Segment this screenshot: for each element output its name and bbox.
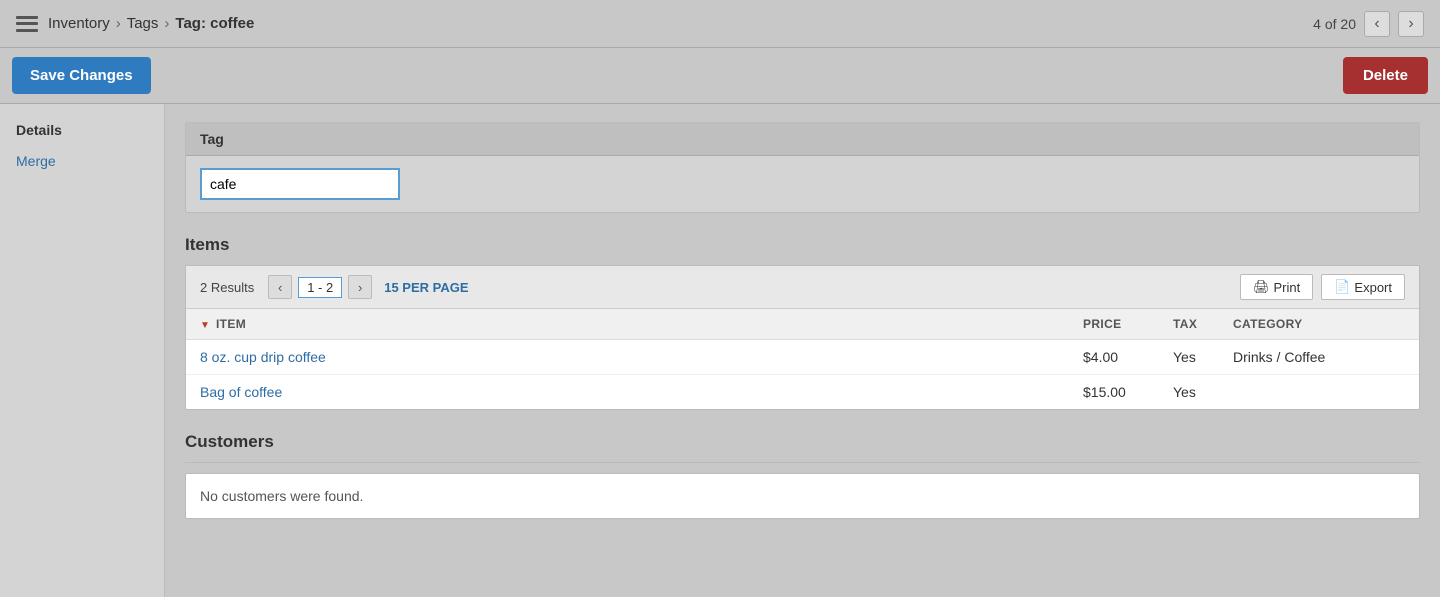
breadcrumb-sep-2: ›	[164, 15, 169, 32]
item-category-cell-0: Drinks / Coffee	[1219, 340, 1419, 375]
table-row: Bag of coffee $15.00 Yes	[186, 375, 1419, 410]
item-name-cell: 8 oz. cup drip coffee	[186, 340, 1069, 375]
table-head: ▼ ITEM PRICE TAX CATEGORY	[186, 309, 1419, 340]
breadcrumb-sep-1: ›	[116, 15, 121, 32]
print-icon: 🖨	[1253, 279, 1270, 295]
item-link-bag-coffee[interactable]: Bag of coffee	[200, 384, 282, 400]
main-layout: Details Merge Tag Items 2 Results ‹	[0, 104, 1440, 597]
pagination-left: 2 Results ‹ 1 - 2 › 15 PER PAGE	[200, 275, 469, 299]
table-header-row: ▼ ITEM PRICE TAX CATEGORY	[186, 309, 1419, 340]
export-label: Export	[1354, 280, 1392, 295]
item-link-drip-coffee[interactable]: 8 oz. cup drip coffee	[200, 349, 326, 365]
col-item: ▼ ITEM	[186, 309, 1069, 340]
next-page-button[interactable]: ›	[348, 275, 372, 299]
delete-button[interactable]: Delete	[1343, 57, 1428, 94]
items-title: Items	[185, 235, 1420, 255]
item-price-cell-1: $15.00	[1069, 375, 1159, 410]
item-tax-cell-1: Yes	[1159, 375, 1219, 410]
items-section: Items 2 Results ‹ 1 - 2 › 15 PER PAGE 🖨	[185, 235, 1420, 410]
breadcrumb-current: Tag: coffee	[175, 15, 254, 32]
action-bar: Save Changes Delete	[0, 48, 1440, 104]
tag-input-row	[200, 168, 1405, 200]
pagination-count: 4 of 20	[1313, 16, 1356, 32]
table-row: 8 oz. cup drip coffee $4.00 Yes Drinks /…	[186, 340, 1419, 375]
item-name-cell: Bag of coffee	[186, 375, 1069, 410]
top-nav: Inventory › Tags › Tag: coffee 4 of 20 ‹…	[0, 0, 1440, 48]
next-nav-button[interactable]: ›	[1398, 11, 1424, 37]
pagination-bar: 2 Results ‹ 1 - 2 › 15 PER PAGE 🖨 Print …	[186, 266, 1419, 309]
prev-nav-button[interactable]: ‹	[1364, 11, 1390, 37]
sidebar-details-title: Details	[0, 118, 164, 148]
breadcrumb-inventory[interactable]: Inventory	[48, 15, 110, 32]
pagination-right: 🖨 Print 📄 Export	[1240, 274, 1405, 300]
col-price: PRICE	[1069, 309, 1159, 340]
print-button[interactable]: 🖨 Print	[1240, 274, 1313, 300]
sidebar: Details Merge	[0, 104, 165, 597]
col-category: CATEGORY	[1219, 309, 1419, 340]
customers-title: Customers	[185, 432, 1420, 452]
content-area: Tag Items 2 Results ‹ 1 - 2 › 15 PER PA	[165, 104, 1440, 597]
items-table: ▼ ITEM PRICE TAX CATEGORY 8 oz. cup drip…	[186, 309, 1419, 409]
customers-divider	[185, 462, 1420, 463]
print-label: Print	[1274, 280, 1301, 295]
sort-arrow-icon: ▼	[200, 320, 210, 331]
items-card: 2 Results ‹ 1 - 2 › 15 PER PAGE 🖨 Print …	[185, 265, 1420, 410]
prev-page-button[interactable]: ‹	[268, 275, 292, 299]
breadcrumb-tags[interactable]: Tags	[127, 15, 159, 32]
tag-input[interactable]	[200, 168, 400, 200]
nav-right: 4 of 20 ‹ ›	[1313, 11, 1424, 37]
tag-section-body	[186, 156, 1419, 212]
col-tax: TAX	[1159, 309, 1219, 340]
customers-section: Customers No customers were found.	[185, 432, 1420, 519]
export-icon: 📄	[1334, 279, 1350, 295]
table-body: 8 oz. cup drip coffee $4.00 Yes Drinks /…	[186, 340, 1419, 410]
page-range: 1 - 2	[298, 277, 342, 298]
tag-section-header: Tag	[186, 123, 1419, 156]
item-tax-cell-0: Yes	[1159, 340, 1219, 375]
export-button[interactable]: 📄 Export	[1321, 274, 1405, 300]
menu-icon	[16, 16, 38, 32]
save-changes-button[interactable]: Save Changes	[12, 57, 151, 94]
customers-card: No customers were found.	[185, 473, 1420, 519]
breadcrumb: Inventory › Tags › Tag: coffee	[16, 15, 254, 32]
no-customers-message: No customers were found.	[200, 488, 363, 504]
results-count: 2 Results	[200, 280, 254, 295]
tag-section-card: Tag	[185, 122, 1420, 213]
item-category-cell-1	[1219, 375, 1419, 410]
per-page-selector[interactable]: 15 PER PAGE	[384, 280, 468, 295]
sidebar-item-merge[interactable]: Merge	[0, 148, 164, 174]
item-price-cell-0: $4.00	[1069, 340, 1159, 375]
